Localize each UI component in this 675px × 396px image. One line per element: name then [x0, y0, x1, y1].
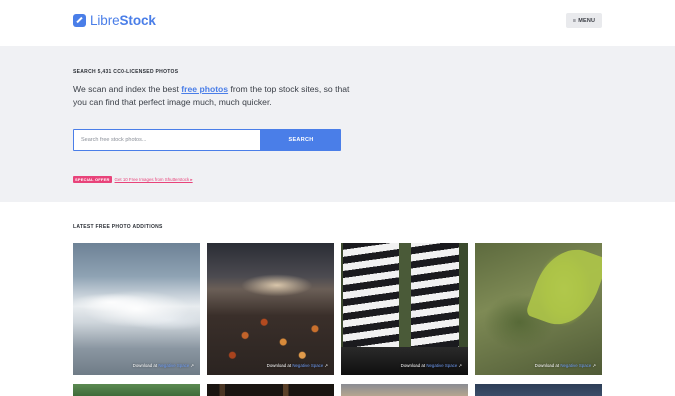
hero-subtitle: SEARCH 5,431 CC0-LICENSED PHOTOS — [73, 69, 179, 75]
shoe — [341, 347, 468, 375]
offer-badge: SPECIAL OFFER — [73, 176, 112, 183]
search-form: Search free stock photos... SEARCH — [73, 129, 341, 151]
header: LibreStock ≡ MENU — [0, 0, 675, 46]
photo-card[interactable] — [207, 384, 334, 396]
hero-text: We scan and index the best free photos f… — [73, 84, 350, 107]
external-link-icon: ↗ — [324, 363, 328, 368]
menu-icon: ≡ — [572, 17, 577, 24]
free-photos-link[interactable]: free photos — [181, 84, 228, 94]
logo-text: LibreStock — [90, 13, 156, 28]
logo[interactable]: LibreStock — [73, 13, 156, 28]
search-input[interactable]: Search free stock photos... — [73, 129, 261, 151]
photo-card[interactable] — [475, 384, 602, 396]
download-link[interactable]: Download at Negative Space↗ — [401, 363, 462, 369]
external-link-icon: ↗ — [458, 363, 462, 368]
photo-card[interactable]: Download at Negative Space↗ — [475, 243, 602, 375]
external-link-icon: ↗ — [592, 363, 596, 368]
offer-link[interactable]: Get 10 Free Images from Shutterstock ▸ — [115, 177, 193, 183]
external-link-icon: ↗ — [190, 363, 194, 368]
menu-button[interactable]: ≡ MENU — [566, 13, 602, 28]
photo-card[interactable]: Download at Negative Space↗ — [73, 243, 200, 375]
special-offer: SPECIAL OFFER Get 10 Free Images from Sh… — [73, 176, 193, 183]
section-title: LATEST FREE PHOTO ADDITIONS — [73, 224, 163, 230]
download-link[interactable]: Download at Negative Space↗ — [133, 363, 194, 369]
photo-card[interactable]: Download at Negative Space↗ — [207, 243, 334, 375]
logo-icon — [73, 14, 86, 27]
hero: SEARCH 5,431 CC0-LICENSED PHOTOS We scan… — [0, 46, 675, 202]
download-link[interactable]: Download at Negative Space↗ — [267, 363, 328, 369]
photo-waves[interactable] — [73, 243, 200, 375]
photo-leaves[interactable] — [207, 243, 334, 375]
photo-card[interactable]: Download at Negative Space↗ — [341, 243, 468, 375]
menu-label: MENU — [578, 17, 596, 24]
photo-card[interactable] — [73, 384, 200, 396]
download-link[interactable]: Download at Negative Space↗ — [535, 363, 596, 369]
search-button[interactable]: SEARCH — [261, 129, 341, 151]
photo-card[interactable] — [341, 384, 468, 396]
